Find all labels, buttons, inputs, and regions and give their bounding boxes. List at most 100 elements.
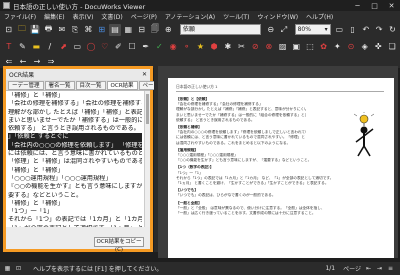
diamond-icon[interactable]: ◈ bbox=[359, 41, 371, 53]
dashed-frame-icon[interactable]: ⬚ bbox=[304, 41, 316, 53]
undo-icon[interactable]: ↶ bbox=[360, 24, 371, 36]
ocr-panel-close-button[interactable]: ✕ bbox=[142, 71, 147, 78]
menu-page[interactable]: ページ(P) bbox=[131, 12, 157, 21]
minimize-button[interactable]: ─ bbox=[349, 2, 366, 10]
ocr-panel-header: OCR結果 ✕ bbox=[6, 69, 150, 80]
window-title: 日本語の正しい使い方 - DocuWorks Viewer bbox=[13, 2, 146, 11]
ocr-scrollbar-thumb[interactable] bbox=[146, 94, 149, 124]
cross-icon[interactable]: ✜ bbox=[373, 41, 385, 53]
prohibit-icon[interactable]: ⊘ bbox=[249, 41, 261, 53]
thumbnail-icon[interactable]: ▦ bbox=[123, 24, 134, 36]
zoom-select[interactable]: 80% bbox=[294, 24, 331, 35]
menu-document[interactable]: 文書(D) bbox=[101, 12, 122, 21]
fit-page-icon[interactable]: ▭ bbox=[334, 24, 345, 36]
circle-stamp-icon[interactable]: ⚬ bbox=[181, 41, 193, 53]
ocr-text-line: 「補修」と「補修」 bbox=[8, 166, 64, 174]
tab-signature-list[interactable]: 署名一覧 bbox=[44, 80, 75, 90]
thinking-figure-illustration bbox=[353, 112, 375, 157]
arrow-tool-icon[interactable]: ⬈ bbox=[58, 41, 70, 53]
menu-icon[interactable]: ≡ bbox=[386, 264, 395, 273]
ocr-panel-tabs: ーデー管理 署名一覧 目次一覧 OCR結果 ページ設定 ◂ ▸ bbox=[6, 80, 183, 91]
zoom-out-icon[interactable]: ⤢ bbox=[278, 24, 289, 36]
ocr-text-line: 『○○の機能を生かす』とも言う意味にしますが、『運 bbox=[8, 183, 142, 191]
note-icon[interactable]: ☐ bbox=[126, 41, 138, 53]
add-icon[interactable]: ⊕ bbox=[163, 24, 174, 36]
title-bar: 日本語の正しい使い方 - DocuWorks Viewer ─ □ ✕ bbox=[0, 0, 400, 11]
hexagon-stamp-icon[interactable]: ⬢ bbox=[208, 41, 220, 53]
print-icon[interactable]: 🖶 bbox=[43, 24, 54, 36]
ocr-scrollbar[interactable] bbox=[144, 91, 150, 227]
split-icon[interactable]: ⊟ bbox=[136, 24, 147, 36]
document-viewer[interactable]: 日本語の正しい使い方 1 【依頼】と【依頼】 「会社の修理を補修する」「会社の修理… bbox=[158, 66, 398, 258]
view-icon[interactable]: ⊡ bbox=[3, 24, 14, 36]
search-input[interactable]: 依願 bbox=[179, 24, 262, 35]
ocr-text-area[interactable]: 「補修」と「補修」 「会社の修理を補修する」「会社の修理を補修する」 理解がな部かし… bbox=[6, 91, 150, 227]
view-mode-icon[interactable]: ⊡ bbox=[14, 264, 23, 273]
save-icon[interactable]: 💾 bbox=[30, 24, 41, 36]
sparkle-icon[interactable]: ✦ bbox=[332, 41, 344, 53]
ocr-text-line: 「補修」と「補修」 bbox=[8, 92, 64, 99]
ocr-text-line: には依頼には、と言う意味に書かれているものと見えます。 bbox=[8, 150, 142, 158]
ocr-text-line: 「会社の修理を補修する」「会社の修理を補修する」 bbox=[8, 100, 142, 108]
marker-tool-icon[interactable]: ▬ bbox=[30, 41, 42, 53]
document-line: 『○○の機能を生かす』とも言う意味にしますが、『運要する』などということ。 bbox=[176, 158, 312, 163]
copy-ocr-result-button[interactable]: OCR結果をコピー(C) bbox=[94, 237, 144, 253]
zoom-in-icon[interactable]: ⊖ bbox=[265, 24, 276, 36]
document-line: 理解がな部分かし たとえば「補修」「補修」と表記すると、意味が分かりにくい場合が… bbox=[176, 107, 306, 112]
tab-toc-list[interactable]: 目次一覧 bbox=[75, 80, 106, 90]
hatch-icon[interactable]: ▨ bbox=[277, 41, 289, 53]
menu-view[interactable]: 表示(V) bbox=[73, 12, 94, 21]
line-tool-icon[interactable]: / bbox=[44, 41, 56, 53]
menu-edit[interactable]: 編集(E) bbox=[44, 12, 64, 21]
single-page-icon[interactable]: ▤ bbox=[109, 23, 121, 36]
menu-help[interactable]: ヘルプ(H) bbox=[306, 12, 333, 21]
app-icon bbox=[3, 2, 10, 9]
menu-tools[interactable]: ツール(T) bbox=[223, 12, 249, 21]
check-icon[interactable]: ✓ bbox=[154, 41, 166, 53]
link-icon[interactable]: ⌘ bbox=[83, 24, 94, 36]
page-number: 1/1 bbox=[325, 265, 336, 272]
ellipse-tool-icon[interactable]: ◯ bbox=[85, 41, 97, 53]
mail-icon[interactable]: ✉ bbox=[56, 24, 67, 36]
close-button[interactable]: ✕ bbox=[383, 2, 400, 10]
ocr-text-line: 」「依頼と するとぐに bbox=[8, 133, 142, 142]
ocr-result-panel: OCR結果 ✕ ーデー管理 署名一覧 目次一覧 OCR結果 ページ設定 ◂ ▸ … bbox=[3, 66, 183, 253]
signature-icon[interactable]: ✒ bbox=[140, 41, 152, 53]
rotate-icon[interactable]: ↻ bbox=[387, 24, 398, 36]
rectangle-tool-icon[interactable]: ▭ bbox=[71, 41, 83, 53]
pages-icon[interactable]: 🗐 bbox=[149, 24, 160, 36]
layers-icon[interactable]: ❏ bbox=[386, 41, 398, 53]
freehand-icon[interactable]: ✐ bbox=[113, 41, 125, 53]
pen-tool-icon[interactable]: ✎ bbox=[17, 41, 29, 53]
cut-icon[interactable]: ✂ bbox=[236, 41, 248, 53]
document-line: 「1ヵ月」 と書くことを避け、「生かすことができる」「生かすことができる」と表記… bbox=[176, 181, 329, 186]
frame-icon[interactable]: ▣ bbox=[290, 41, 302, 53]
grid-icon[interactable]: ⊞ bbox=[96, 24, 107, 36]
stamp-red-icon[interactable]: ◉ bbox=[167, 41, 179, 53]
ocr-panel-footer: OCR結果をコピー(C) bbox=[6, 227, 150, 253]
layout-icon[interactable]: ▦ bbox=[3, 264, 12, 273]
text-tool-icon[interactable]: T bbox=[3, 41, 15, 53]
menu-file[interactable]: ファイル(F) bbox=[4, 12, 36, 21]
ocr-text-line: 「修理」と「補修」は混同されやすいものである。 bbox=[8, 158, 142, 166]
menu-annotation[interactable]: アノテーション(A) bbox=[165, 12, 215, 21]
redo-icon[interactable]: ↷ bbox=[374, 24, 385, 36]
tab-data-management[interactable]: ーデー管理 bbox=[8, 80, 44, 90]
document-line: 依頼する」 と言うとき誤用されるものである。 bbox=[176, 117, 255, 122]
cross-circle-icon[interactable]: ⊗ bbox=[263, 41, 275, 53]
open-folder-icon[interactable]: 🗀 bbox=[16, 24, 27, 36]
first-page-status-icon[interactable]: ⇤ bbox=[364, 264, 373, 273]
status-message: ヘルプを表示するには [F1] を押してください。 bbox=[33, 266, 163, 273]
maximize-button[interactable]: □ bbox=[366, 2, 383, 10]
last-page-status-icon[interactable]: ⇥ bbox=[375, 264, 384, 273]
copy-icon[interactable]: ⎘ bbox=[69, 24, 80, 36]
main-toolbar: ⊡ 🗀 💾 🖶 ✉ ⎘ ⌘ ⊞ ▤ ▦ ⊟ 🗐 ⊕ 依願 ⊖ ⤢ 80% ▭ ▯… bbox=[0, 21, 400, 38]
target-icon[interactable]: ⊙ bbox=[345, 41, 357, 53]
tab-ocr-result[interactable]: OCR結果 bbox=[106, 80, 138, 90]
heart-stamp-icon[interactable]: ♡ bbox=[99, 41, 111, 53]
flower-stamp-icon[interactable]: ✿ bbox=[318, 41, 330, 53]
fit-width-icon[interactable]: ▯ bbox=[347, 24, 358, 36]
menu-window[interactable]: ウィンドウ(W) bbox=[257, 12, 298, 21]
asterisk-icon[interactable]: ✱ bbox=[222, 41, 234, 53]
star-stamp-icon[interactable]: ★ bbox=[195, 41, 207, 53]
